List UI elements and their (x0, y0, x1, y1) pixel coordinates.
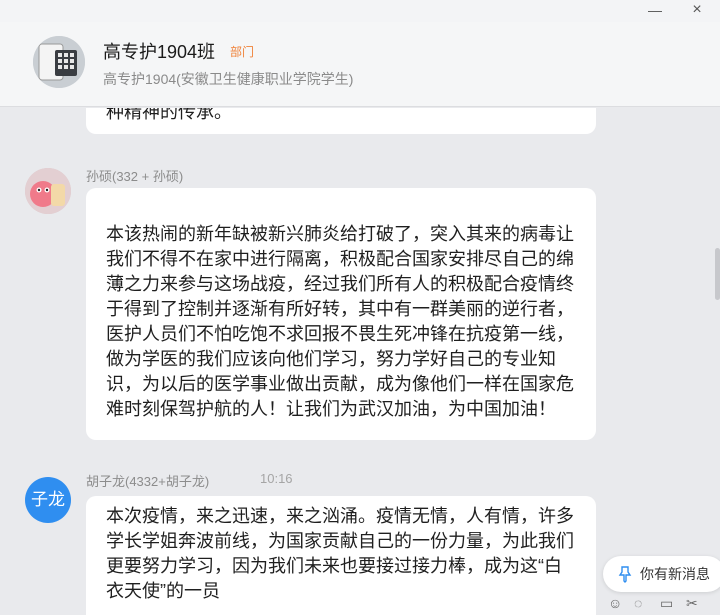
chat-icon[interactable]: ◌ (634, 592, 642, 615)
sender-name[interactable]: 胡子龙(4332+胡子龙) (86, 471, 209, 490)
emoji-icon[interactable]: ☺ (608, 592, 622, 615)
message-bubble[interactable]: 本次疫情，来之迅速，来之汹涌。疫情无情，人有情，许多学长学姐奔波前线，为国家贡献… (86, 496, 596, 615)
sender-name[interactable]: 孙硕(332 + 孙硕) (86, 166, 183, 185)
group-name[interactable]: 高专护1904班 (103, 38, 215, 64)
new-message-button[interactable]: 你有新消息 (603, 556, 720, 592)
screenshot-icon[interactable]: ✂ (686, 592, 698, 615)
pin-icon (618, 566, 632, 583)
minimize-icon[interactable]: — (640, 0, 670, 22)
chat-message-list[interactable]: 种精神的传承。 孙硕(332 + 孙硕) 本该热闹的新年缺被新兴肺炎给打破了，突… (0, 108, 720, 615)
close-icon[interactable]: × (682, 0, 712, 22)
scrollbar-thumb[interactable] (715, 248, 720, 300)
window-titlebar: — × (0, 0, 720, 22)
message-text: 本次疫情，来之迅速，来之汹涌。疫情无情，人有情，许多学长学姐奔波前线，为国家贡献… (106, 506, 574, 601)
message-timestamp: 10:16 (260, 471, 293, 486)
group-avatar[interactable] (33, 36, 85, 88)
sender-avatar[interactable]: 子龙 (25, 477, 71, 523)
folder-icon[interactable]: ▭ (660, 592, 673, 615)
message-bubble[interactable]: 本该热闹的新年缺被新兴肺炎给打破了，突入其来的病毒让我们不得不在家中进行隔离，积… (86, 188, 596, 440)
message-bubble[interactable]: 种精神的传承。 (86, 108, 596, 134)
group-subtitle: 高专护1904(安徽卫生健康职业学院学生) (103, 71, 354, 87)
input-toolbar: ☺ ◌ ▭ ✂ (604, 592, 720, 615)
new-message-label: 你有新消息 (640, 566, 710, 582)
department-badge: 部门 (230, 45, 255, 59)
sender-avatar[interactable] (25, 168, 71, 214)
message-text: 本该热闹的新年缺被新兴肺炎给打破了，突入其来的病毒让我们不得不在家中进行隔离，积… (106, 224, 574, 419)
message-text: 种精神的传承。 (106, 108, 232, 122)
chat-header: 高专护1904班 部门 高专护1904(安徽卫生健康职业学院学生) (0, 22, 720, 107)
